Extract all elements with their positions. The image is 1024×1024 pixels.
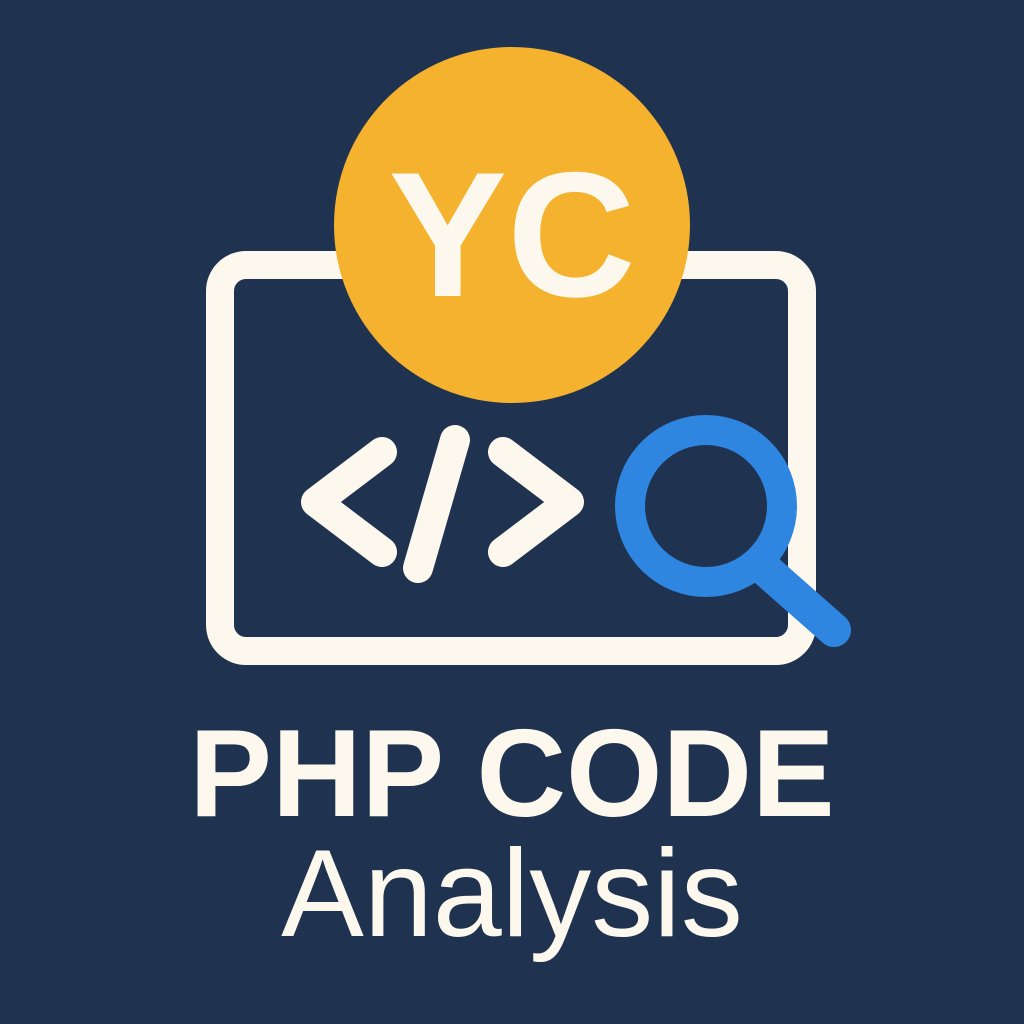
badge-text: YC xyxy=(388,135,635,334)
logo-canvas: YC PHP CODE Analysis xyxy=(0,0,1024,1024)
title-line-2: Analysis xyxy=(281,825,743,963)
title-line-1: PHP CODE xyxy=(189,705,835,843)
